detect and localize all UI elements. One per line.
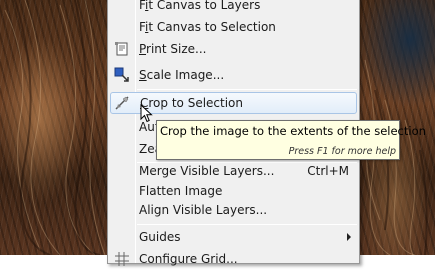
mnemonic-char: i	[145, 20, 149, 34]
menu-item-label: Guides	[139, 230, 181, 244]
grid-icon	[115, 252, 129, 266]
menu-item-label: Merge Visible Layers...	[139, 164, 275, 178]
menu-separator	[137, 89, 357, 90]
menu-item-merge-visible-layers[interactable]: Merge Visible Layers... Ctrl+M	[110, 160, 357, 182]
menu-item-align-visible-layers[interactable]: Align Visible Layers...	[110, 199, 357, 221]
menu-item-scale-image[interactable]: Scale Image...	[110, 64, 357, 86]
menu-item-label: Configure Grid...	[139, 252, 238, 266]
tooltip-text: Crop the image to the extents of the sel…	[160, 124, 426, 138]
menu-separator	[137, 224, 357, 225]
menu-item-label: Flatten Image	[139, 184, 223, 198]
menu-item-fit-canvas-to-selection[interactable]: Fit Canvas to Selection	[110, 16, 357, 38]
mnemonic-char: S	[139, 68, 147, 82]
submenu-arrow-icon	[347, 233, 351, 241]
menu-item-label: Print Size...	[139, 42, 207, 56]
mouse-pointer-icon	[140, 104, 153, 123]
menu-item-guides[interactable]: Guides	[110, 226, 357, 248]
menu-item-print-size[interactable]: Print Size...	[110, 38, 357, 60]
menu-item-label: Fit Canvas to Selection	[139, 20, 276, 34]
menu-item-shortcut: Ctrl+M	[307, 164, 349, 178]
print-size-icon	[115, 42, 128, 56]
menu-item-label: Scale Image...	[139, 68, 225, 82]
menu-item-label: Fit Canvas to Layers	[139, 0, 261, 12]
menu-item-label: Crop to Selection	[140, 96, 243, 110]
scale-image-icon	[114, 67, 129, 82]
mnemonic-char: i	[145, 0, 149, 12]
menu-item-configure-grid[interactable]: Configure Grid...	[110, 248, 357, 270]
mnemonic-char: P	[139, 42, 147, 56]
menu-item-label: Align Visible Layers...	[139, 203, 268, 217]
menu-item-fit-canvas-to-layers[interactable]: Fit Canvas to Layers	[110, 0, 357, 16]
crop-icon	[115, 96, 129, 110]
tooltip-help-hint: Press F1 for more help	[288, 146, 396, 157]
tooltip: Crop the image to the extents of the sel…	[156, 120, 426, 160]
